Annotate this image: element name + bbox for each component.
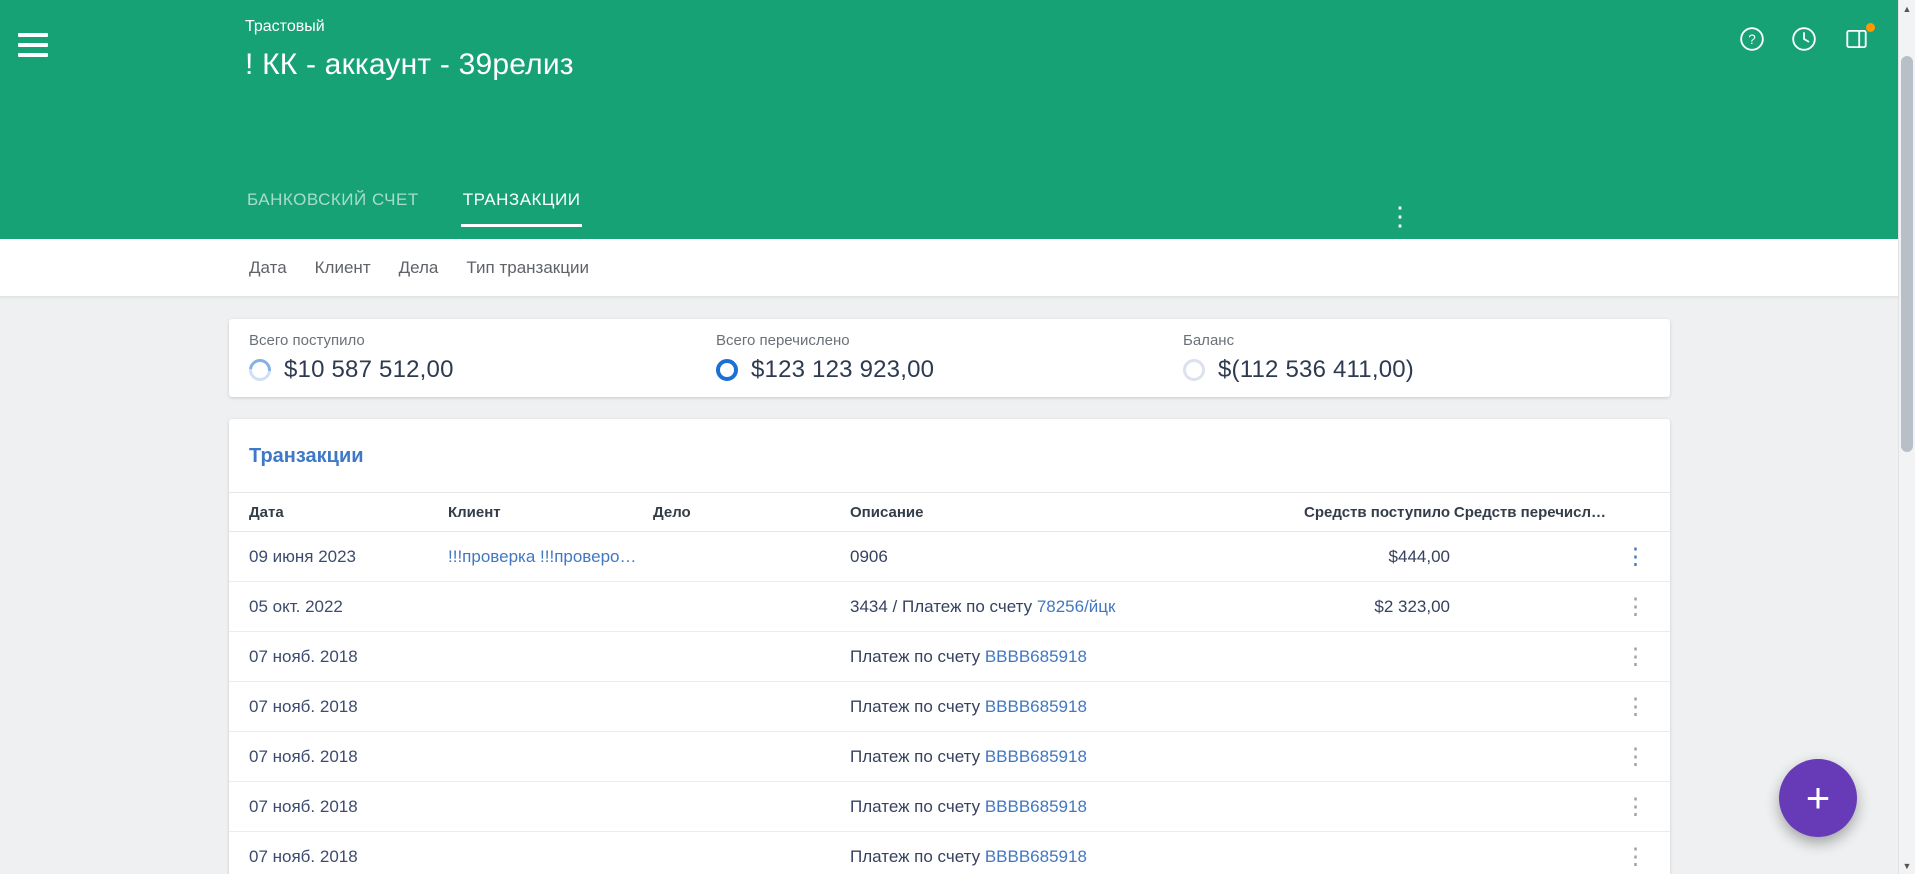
workspace-button[interactable]	[1841, 24, 1872, 57]
description-text: Платеж по счету	[850, 797, 985, 816]
page-title: ! КК - аккаунт - 39релиз	[245, 48, 574, 82]
row-menu-button[interactable]: ⋮	[1612, 741, 1659, 772]
column-header-description: Описание	[850, 504, 1267, 521]
filterbar: Дата Клиент Дела Тип транзакции	[0, 239, 1898, 297]
summary-balance: Баланс $(112 536 411,00)	[1183, 332, 1650, 384]
scroll-down-arrow-icon[interactable]: ▼	[1899, 857, 1915, 874]
row-menu-button[interactable]: ⋮	[1612, 691, 1659, 722]
row-menu-button[interactable]: ⋮	[1612, 641, 1659, 672]
account-subtitle: Трастовый	[245, 18, 574, 36]
column-header-date: Дата	[249, 504, 448, 521]
cell-date: 07 нояб. 2018	[249, 747, 448, 767]
cell-date: 09 июня 2023	[249, 547, 448, 567]
cell-description: 3434 / Платеж по счету 78256/йцк	[850, 597, 1267, 617]
description-text: Платеж по счету	[850, 747, 985, 766]
appbar-more-button[interactable]: ⋮	[1377, 199, 1423, 233]
table-row[interactable]: 07 нояб. 2018 Платеж по счету ВВВВ685918…	[229, 782, 1670, 832]
row-menu-button[interactable]: ⋮	[1612, 541, 1659, 572]
table-row[interactable]: 07 нояб. 2018 Платеж по счету ВВВВ685918…	[229, 832, 1670, 874]
cell-date: 05 окт. 2022	[249, 597, 448, 617]
cell-date: 07 нояб. 2018	[249, 647, 448, 667]
description-text: Платеж по счету	[850, 647, 985, 666]
content-area: Всего поступило $10 587 512,00 Всего пер…	[0, 297, 1898, 874]
row-menu-button[interactable]: ⋮	[1612, 591, 1659, 622]
cell-client-link[interactable]: !!!проверка !!!проверо…	[448, 547, 653, 567]
cell-received: $2 323,00	[1267, 597, 1450, 617]
table-header-row: Дата Клиент Дело Описание Средств поступ…	[229, 492, 1670, 532]
tab-transactions[interactable]: ТРАНЗАКЦИИ	[461, 190, 583, 227]
cell-date: 07 нояб. 2018	[249, 697, 448, 717]
row-menu-button[interactable]: ⋮	[1612, 841, 1659, 872]
filter-date[interactable]: Дата	[249, 258, 287, 278]
summary-label: Всего поступило	[249, 332, 716, 349]
transactions-body: 09 июня 2023 !!!проверка !!!проверо… 090…	[229, 532, 1670, 874]
summary-value: $123 123 923,00	[751, 356, 934, 384]
description-link[interactable]: ВВВВ685918	[985, 847, 1087, 866]
summary-value: $(112 536 411,00)	[1218, 356, 1414, 384]
table-row[interactable]: 07 нояб. 2018 Платеж по счету ВВВВ685918…	[229, 682, 1670, 732]
scroll-up-arrow-icon[interactable]: ▲	[1899, 0, 1915, 17]
row-menu-button[interactable]: ⋮	[1612, 791, 1659, 822]
filter-transaction-type[interactable]: Тип транзакции	[466, 258, 589, 278]
transactions-card: Транзакции Дата Клиент Дело Описание Сре…	[229, 419, 1670, 874]
column-header-transferred: Средств перечисл…	[1450, 504, 1606, 521]
summary-total-transferred: Всего перечислено $123 123 923,00	[716, 332, 1183, 384]
tabbar: БАНКОВСКИЙ СЧЕТ ТРАНЗАКЦИИ	[245, 190, 1898, 227]
hamburger-icon	[18, 43, 48, 47]
description-link[interactable]: ВВВВ685918	[985, 697, 1087, 716]
appbar: Трастовый ! КК - аккаунт - 39релиз ?	[0, 0, 1898, 239]
description-link[interactable]: ВВВВ685918	[985, 647, 1087, 666]
column-header-case: Дело	[653, 504, 850, 521]
cell-date: 07 нояб. 2018	[249, 797, 448, 817]
table-row[interactable]: 07 нояб. 2018 Платеж по счету ВВВВ685918…	[229, 732, 1670, 782]
summary-label: Всего перечислено	[716, 332, 1183, 349]
table-row[interactable]: 05 окт. 2022 3434 / Платеж по счету 7825…	[229, 582, 1670, 632]
cell-description: 0906	[850, 547, 1267, 567]
progress-ring-icon	[245, 355, 276, 386]
cell-description: Платеж по счету ВВВВ685918	[850, 797, 1267, 817]
table-row[interactable]: 09 июня 2023 !!!проверка !!!проверо… 090…	[229, 532, 1670, 582]
description-link[interactable]: ВВВВ685918	[985, 797, 1087, 816]
help-icon: ?	[1739, 26, 1765, 52]
description-text: 0906	[850, 547, 888, 566]
transactions-title: Транзакции	[229, 419, 1670, 492]
scrollbar-thumb[interactable]	[1901, 56, 1913, 452]
filter-cases[interactable]: Дела	[399, 258, 439, 278]
description-text: 3434 / Платеж по счету	[850, 597, 1037, 616]
cell-received: $444,00	[1267, 547, 1450, 567]
vertical-scrollbar[interactable]: ▲ ▼	[1898, 0, 1915, 874]
cell-description: Платеж по счету ВВВВ685918	[850, 847, 1267, 867]
tab-bank-account[interactable]: БАНКОВСКИЙ СЧЕТ	[245, 190, 421, 227]
progress-ring-icon	[1183, 359, 1205, 381]
hamburger-icon	[18, 33, 48, 37]
hamburger-icon	[18, 53, 48, 57]
clock-icon	[1791, 26, 1817, 52]
summary-value: $10 587 512,00	[284, 356, 454, 384]
add-transaction-fab[interactable]: +	[1779, 759, 1857, 837]
summary-card: Всего поступило $10 587 512,00 Всего пер…	[229, 319, 1670, 397]
help-button[interactable]: ?	[1737, 24, 1767, 57]
summary-total-received: Всего поступило $10 587 512,00	[249, 332, 716, 384]
svg-text:?: ?	[1748, 32, 1756, 47]
column-header-client: Клиент	[448, 504, 653, 521]
hamburger-menu-button[interactable]	[18, 26, 62, 64]
cell-description: Платеж по счету ВВВВ685918	[850, 697, 1267, 717]
description-text: Платеж по счету	[850, 847, 985, 866]
table-row[interactable]: 07 нояб. 2018 Платеж по счету ВВВВ685918…	[229, 632, 1670, 682]
description-link[interactable]: 78256/йцк	[1037, 597, 1116, 616]
history-button[interactable]	[1789, 24, 1819, 57]
appbar-actions: ?	[1737, 24, 1872, 57]
filter-client[interactable]: Клиент	[315, 258, 371, 278]
app-window: Трастовый ! КК - аккаунт - 39релиз ?	[0, 0, 1915, 874]
cell-date: 07 нояб. 2018	[249, 847, 448, 867]
notification-dot	[1866, 23, 1875, 32]
column-header-received: Средств поступило	[1267, 504, 1450, 521]
title-block: Трастовый ! КК - аккаунт - 39релиз	[245, 18, 574, 82]
description-text: Платеж по счету	[850, 697, 985, 716]
progress-ring-icon	[716, 359, 738, 381]
summary-label: Баланс	[1183, 332, 1650, 349]
description-link[interactable]: ВВВВ685918	[985, 747, 1087, 766]
cell-description: Платеж по счету ВВВВ685918	[850, 647, 1267, 667]
cell-description: Платеж по счету ВВВВ685918	[850, 747, 1267, 767]
